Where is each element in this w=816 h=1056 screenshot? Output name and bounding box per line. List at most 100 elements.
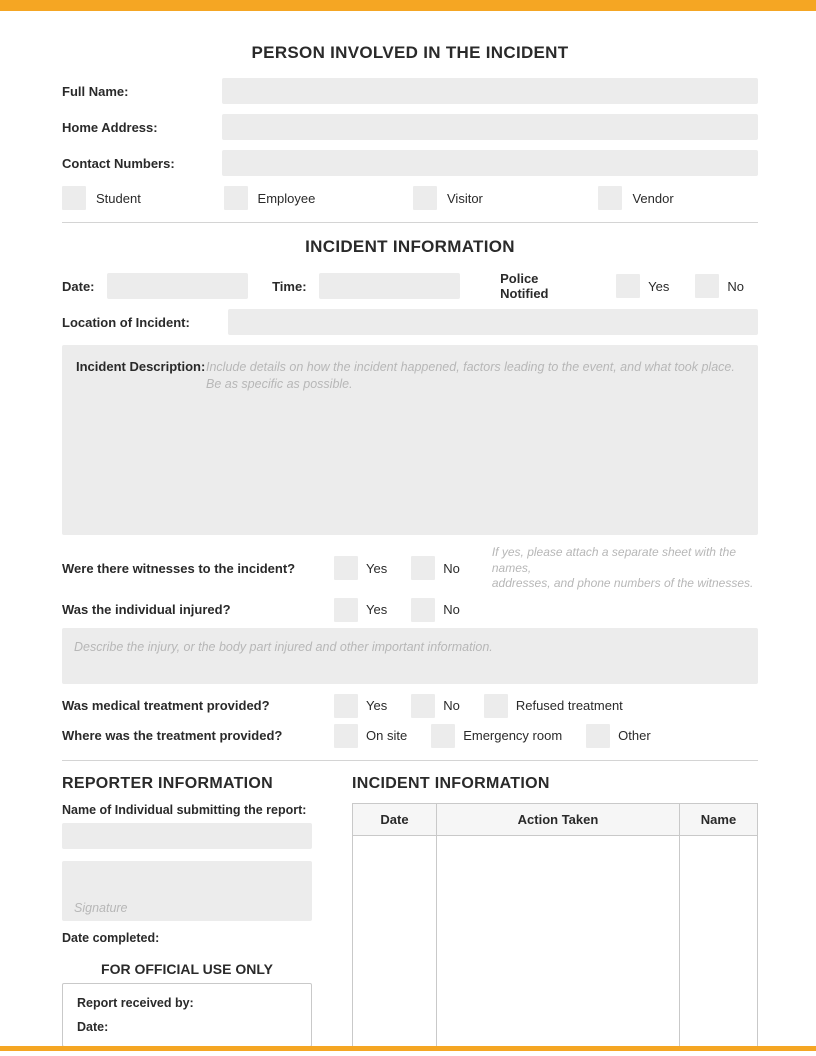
injured-label: Was the individual injured?: [62, 602, 334, 617]
injured-yes-label: Yes: [366, 602, 387, 617]
signature-field[interactable]: Signature: [62, 861, 312, 921]
medical-refused-label: Refused treatment: [516, 698, 623, 713]
page-content: PERSON INVOLVED IN THE INCIDENT Full Nam…: [0, 43, 816, 1047]
row-home-address: Home Address:: [62, 114, 758, 140]
time-field[interactable]: [319, 273, 461, 299]
role-row: Student Employee Visitor Vendor: [62, 186, 758, 210]
medical-no-label: No: [443, 698, 460, 713]
witness-no-label: No: [443, 561, 460, 576]
top-accent-bar: [0, 0, 816, 11]
role-student-label: Student: [96, 191, 141, 206]
official-date-label: Date:: [77, 1020, 297, 1034]
desc-hint-line2: Be as specific as possible.: [206, 376, 735, 393]
checkbox-employee[interactable]: [224, 186, 248, 210]
witnesses-label: Were there witnesses to the incident?: [62, 561, 334, 576]
cell-date[interactable]: [353, 835, 437, 1046]
full-name-field[interactable]: [222, 78, 758, 104]
section-incident-title: INCIDENT INFORMATION: [62, 237, 758, 257]
police-notified-label: Police Notified: [500, 271, 590, 301]
role-employee-label: Employee: [258, 191, 316, 206]
witness-yes-label: Yes: [366, 561, 387, 576]
checkbox-police-yes[interactable]: [616, 274, 640, 298]
checkbox-medical-yes[interactable]: [334, 694, 358, 718]
incident-table: Date Action Taken Name: [352, 803, 758, 1047]
injury-hint: Describe the injury, or the body part in…: [74, 640, 493, 654]
table-header-row: Date Action Taken Name: [353, 803, 758, 835]
contact-field[interactable]: [222, 150, 758, 176]
checkbox-medical-no[interactable]: [411, 694, 435, 718]
cell-action[interactable]: [437, 835, 680, 1046]
full-name-label: Full Name:: [62, 84, 216, 99]
incident-description-hint: Include details on how the incident happ…: [206, 359, 735, 521]
row-where: Where was the treatment provided? On sit…: [62, 724, 758, 748]
checkbox-onsite[interactable]: [334, 724, 358, 748]
medical-yes-label: Yes: [366, 698, 387, 713]
role-visitor: Visitor: [413, 186, 590, 210]
medical-label: Was medical treatment provided?: [62, 698, 334, 713]
official-use-box: Report received by: Date:: [62, 983, 312, 1047]
other-label: Other: [618, 728, 651, 743]
checkbox-medical-refused[interactable]: [484, 694, 508, 718]
date-completed-label: Date completed:: [62, 931, 312, 945]
checkbox-vendor[interactable]: [598, 186, 622, 210]
divider-1: [62, 222, 758, 223]
row-contact: Contact Numbers:: [62, 150, 758, 176]
bottom-accent-bar: [0, 1046, 816, 1051]
incident-description-label: Incident Description:: [76, 359, 206, 521]
section-person-title: PERSON INVOLVED IN THE INCIDENT: [62, 43, 758, 63]
location-label: Location of Incident:: [62, 315, 222, 330]
row-medical: Was medical treatment provided? Yes No R…: [62, 694, 758, 718]
cell-name[interactable]: [680, 835, 758, 1046]
row-full-name: Full Name:: [62, 78, 758, 104]
row-location: Location of Incident:: [62, 309, 758, 335]
role-vendor-label: Vendor: [632, 191, 673, 206]
reporter-name-field[interactable]: [62, 823, 312, 849]
role-visitor-label: Visitor: [447, 191, 483, 206]
incident-info-title: INCIDENT INFORMATION: [352, 775, 758, 793]
contact-label: Contact Numbers:: [62, 156, 216, 171]
reporter-title: REPORTER INFORMATION: [62, 775, 312, 793]
witness-hint-2: addresses, and phone numbers of the witn…: [492, 576, 756, 592]
police-yes-label: Yes: [648, 279, 669, 294]
checkbox-injured-no[interactable]: [411, 598, 435, 622]
checkbox-witness-no[interactable]: [411, 556, 435, 580]
checkbox-emergency[interactable]: [431, 724, 455, 748]
incident-info-panel: INCIDENT INFORMATION Date Action Taken N…: [352, 775, 758, 1047]
incident-description-box[interactable]: Incident Description: Include details on…: [62, 345, 758, 535]
role-student: Student: [62, 186, 216, 210]
witness-hint: If yes, please attach a separate sheet w…: [492, 545, 756, 592]
checkbox-other[interactable]: [586, 724, 610, 748]
home-address-field[interactable]: [222, 114, 758, 140]
desc-hint-line1: Include details on how the incident happ…: [206, 359, 735, 376]
checkbox-police-no[interactable]: [695, 274, 719, 298]
home-address-label: Home Address:: [62, 120, 216, 135]
injury-description-box[interactable]: Describe the injury, or the body part in…: [62, 628, 758, 684]
witness-hint-1: If yes, please attach a separate sheet w…: [492, 545, 756, 576]
row-date-time-police: Date: Time: Police Notified Yes No: [62, 271, 758, 301]
date-field[interactable]: [107, 273, 249, 299]
time-label: Time:: [272, 279, 306, 294]
where-label: Where was the treatment provided?: [62, 728, 334, 743]
row-witnesses: Were there witnesses to the incident? Ye…: [62, 545, 758, 592]
table-row: [353, 835, 758, 1046]
onsite-label: On site: [366, 728, 407, 743]
two-column-area: REPORTER INFORMATION Name of Individual …: [62, 775, 758, 1047]
police-no-label: No: [727, 279, 744, 294]
emergency-label: Emergency room: [463, 728, 562, 743]
checkbox-injured-yes[interactable]: [334, 598, 358, 622]
col-date: Date: [353, 803, 437, 835]
signature-placeholder: Signature: [74, 901, 128, 915]
checkbox-witness-yes[interactable]: [334, 556, 358, 580]
checkbox-student[interactable]: [62, 186, 86, 210]
divider-2: [62, 760, 758, 761]
col-name: Name: [680, 803, 758, 835]
role-employee: Employee: [224, 186, 405, 210]
location-field[interactable]: [228, 309, 758, 335]
official-use-title: FOR OFFICIAL USE ONLY: [62, 961, 312, 977]
col-action: Action Taken: [437, 803, 680, 835]
injured-no-label: No: [443, 602, 460, 617]
checkbox-visitor[interactable]: [413, 186, 437, 210]
role-vendor: Vendor: [598, 186, 758, 210]
reporter-panel: REPORTER INFORMATION Name of Individual …: [62, 775, 312, 1047]
date-label: Date:: [62, 279, 95, 294]
